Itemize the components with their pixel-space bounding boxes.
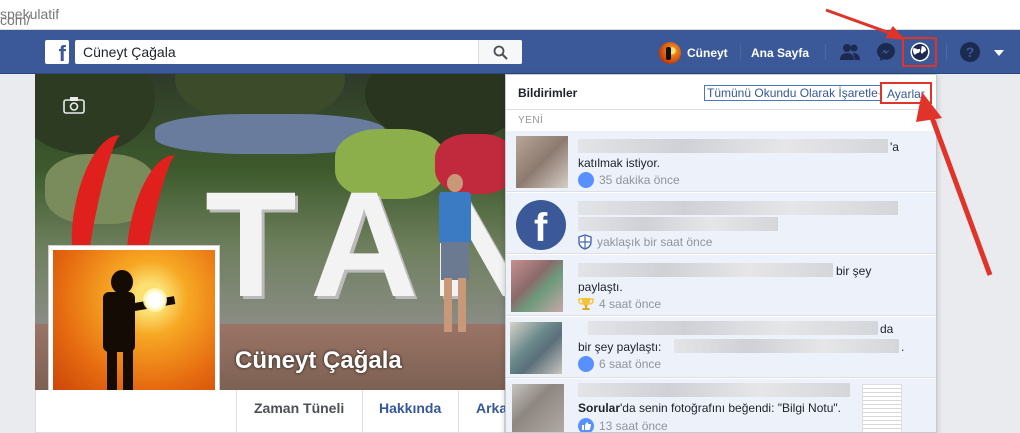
annotation-arrow bbox=[825, 8, 899, 38]
annotation-arrow bbox=[927, 111, 993, 276]
annotation-arrow-head bbox=[916, 92, 942, 122]
annotation-arrows bbox=[825, 8, 993, 276]
